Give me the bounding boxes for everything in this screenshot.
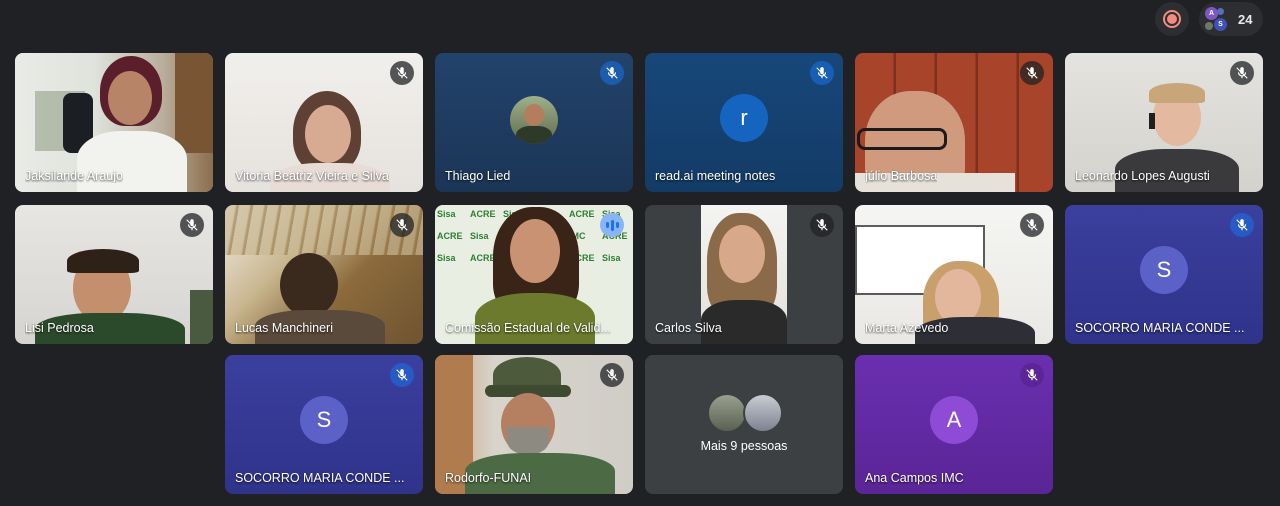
participant-name: Carlos Silva xyxy=(655,321,722,335)
avatar-initial: A xyxy=(930,396,978,445)
mic-off-icon xyxy=(390,213,414,237)
mic-off-icon xyxy=(1020,213,1044,237)
avatar xyxy=(510,95,558,144)
mic-off-icon xyxy=(600,363,624,387)
people-avatars-icon: A S xyxy=(1205,7,1229,31)
participant-tile-active-speaker[interactable]: SisaACRESisaIMCACRESisa ACRESisaIMCACREI… xyxy=(435,205,633,344)
avatar-initial: r xyxy=(720,94,768,143)
participant-name: Comissão Estadual de Valid... xyxy=(445,321,611,335)
participant-tile[interactable]: Lisi Pedrosa xyxy=(15,205,213,344)
more-participants-label: Mais 9 pessoas xyxy=(700,439,788,453)
participant-name: read.ai meeting notes xyxy=(655,169,776,183)
mic-off-icon xyxy=(600,61,624,85)
participant-name: Rodorfo-FUNAI xyxy=(445,471,532,485)
participant-tile[interactable]: Jaksilande Araujo xyxy=(15,53,213,192)
mic-off-icon xyxy=(390,363,414,387)
participant-tile[interactable]: Vitoria Beatriz Vieira e Silva xyxy=(225,53,423,192)
top-bar: A S 24 xyxy=(0,0,1280,40)
participants-button[interactable]: A S 24 xyxy=(1199,2,1263,36)
participant-tile[interactable]: r read.ai meeting notes xyxy=(645,53,843,192)
avatar-initial: S xyxy=(1140,246,1188,295)
speaking-indicator-icon xyxy=(600,213,624,237)
participant-tile[interactable]: S SOCORRO MARIA CONDE ... xyxy=(1065,205,1263,344)
mic-off-icon xyxy=(1020,61,1044,85)
participant-name: Thiago Lied xyxy=(445,169,511,183)
participant-name: SOCORRO MARIA CONDE ... xyxy=(235,471,405,485)
recording-indicator-button[interactable] xyxy=(1155,2,1189,36)
participant-tile[interactable]: S SOCORRO MARIA CONDE ... xyxy=(225,355,423,494)
more-participants-avatars xyxy=(707,393,785,433)
mic-off-icon xyxy=(1020,363,1044,387)
participant-name: Lucas Manchineri xyxy=(235,321,333,335)
participant-name: Vitoria Beatriz Vieira e Silva xyxy=(235,169,389,183)
mic-off-icon xyxy=(1230,213,1254,237)
participant-count: 24 xyxy=(1238,11,1253,27)
participant-tile[interactable]: Thiago Lied xyxy=(435,53,633,192)
mic-off-icon xyxy=(810,213,834,237)
participant-name: Ana Campos IMC xyxy=(865,471,964,485)
participant-name: Marta Azevedo xyxy=(865,321,949,335)
participant-tile[interactable]: júlio Barbosa xyxy=(855,53,1053,192)
participant-tile[interactable]: Carlos Silva xyxy=(645,205,843,344)
participant-tile[interactable]: Leonardo Lopes Augusti xyxy=(1065,53,1263,192)
record-icon xyxy=(1163,10,1181,28)
participant-name: Jaksilande Araujo xyxy=(25,169,123,183)
participant-tile[interactable]: Marta Azevedo xyxy=(855,205,1053,344)
mic-off-icon xyxy=(1230,61,1254,85)
participant-name: júlio Barbosa xyxy=(865,169,938,183)
mic-off-icon xyxy=(390,61,414,85)
avatar-initial: S xyxy=(300,396,348,445)
participant-tile[interactable]: A Ana Campos IMC xyxy=(855,355,1053,494)
mic-off-icon xyxy=(810,61,834,85)
participant-tile[interactable]: Rodorfo-FUNAI xyxy=(435,355,633,494)
participant-tile[interactable]: Lucas Manchineri xyxy=(225,205,423,344)
participant-name: Lisi Pedrosa xyxy=(25,321,94,335)
participant-name: Leonardo Lopes Augusti xyxy=(1075,169,1210,183)
more-participants-tile[interactable]: Mais 9 pessoas xyxy=(645,355,843,494)
participant-name: SOCORRO MARIA CONDE ... xyxy=(1075,321,1245,335)
mic-off-icon xyxy=(180,213,204,237)
